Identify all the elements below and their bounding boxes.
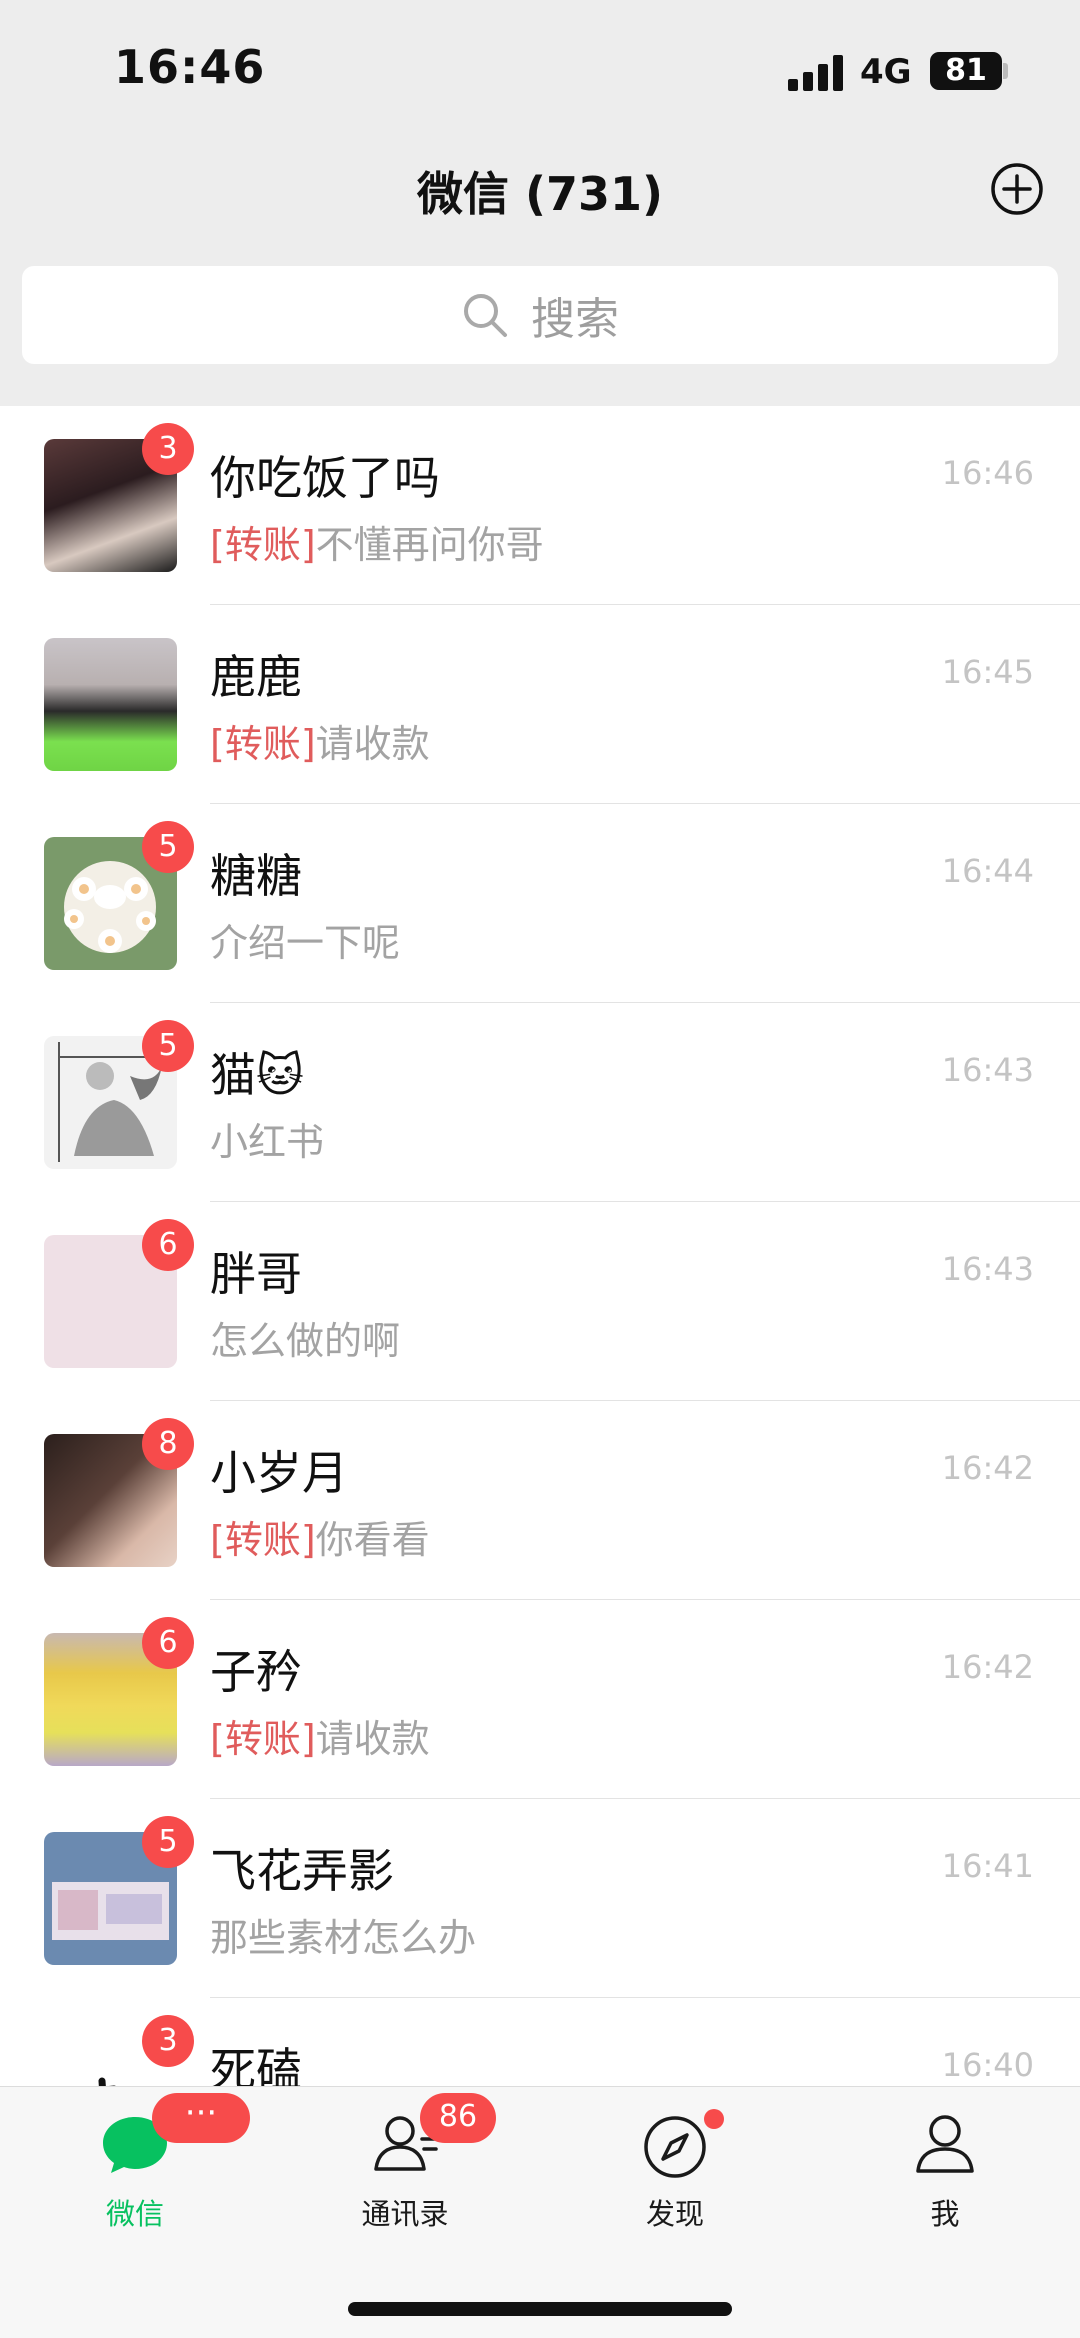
- chat-name: 小岁月: [210, 1446, 348, 1500]
- page-title: 微信 (731): [416, 167, 664, 221]
- chat-row[interactable]: 3 你吃饭了吗 [转账]不懂再问你哥 16:46: [0, 406, 1080, 605]
- search-icon: [464, 294, 507, 337]
- add-icon[interactable]: [990, 162, 1044, 216]
- chat-preview: [转账]请收款: [210, 1708, 430, 1763]
- tab-discover[interactable]: 发现: [540, 2087, 810, 2247]
- network-type: 4G: [860, 52, 912, 92]
- chat-time: 16:43: [941, 1051, 1034, 1089]
- preview-text: 请收款: [315, 1717, 430, 1761]
- home-indicator[interactable]: [348, 2302, 732, 2316]
- chat-row[interactable]: 6 胖哥 怎么做的啊 16:43: [0, 1202, 1080, 1401]
- battery-tip: [1003, 63, 1008, 79]
- avatar: [44, 638, 177, 771]
- chat-time: 16:42: [941, 1648, 1034, 1686]
- tab-bar: ··· 微信 86 通讯录 发现 我: [0, 2086, 1080, 2338]
- transfer-tag: [转账]: [210, 722, 316, 766]
- chat-row[interactable]: 5 飞花弄影 那些素材怎么办 16:41: [0, 1799, 1080, 1998]
- tab-contacts[interactable]: 86 通讯录: [270, 2087, 540, 2247]
- preview-text: 请收款: [315, 722, 430, 766]
- chat-row[interactable]: 8 小岁月 [转账]你看看 16:42: [0, 1401, 1080, 1600]
- chat-row[interactable]: 5 猫🐱 小红书 16:43: [0, 1003, 1080, 1202]
- chat-preview: 那些素材怎么办: [210, 1907, 476, 1962]
- chat-preview: [转账]不懂再问你哥: [210, 514, 544, 569]
- chat-row[interactable]: 3 死磕 16:40: [0, 1998, 1080, 2086]
- chat-name: 飞花弄影: [210, 1844, 394, 1898]
- signal-icon: [788, 55, 846, 91]
- chat-row[interactable]: 5 糖糖 介绍一下呢 16:44: [0, 804, 1080, 1003]
- chat-preview: 小红书: [210, 1111, 324, 1166]
- chat-time: 16:44: [941, 852, 1034, 890]
- chat-name: 子矜: [210, 1645, 302, 1699]
- chat-time: 16:46: [941, 454, 1034, 492]
- unread-badge: 5: [142, 1020, 194, 1072]
- preview-text: 介绍一下呢: [210, 921, 401, 965]
- chat-time: 16:42: [941, 1449, 1034, 1487]
- chat-time: 16:40: [941, 2046, 1034, 2084]
- unread-badge: ···: [152, 2093, 250, 2143]
- notification-dot: [704, 2109, 724, 2129]
- chat-row[interactable]: 6 子矜 [转账]请收款 16:42: [0, 1600, 1080, 1799]
- unread-badge: 8: [142, 1418, 194, 1470]
- transfer-tag: [转账]: [210, 1518, 316, 1562]
- chat-preview: 介绍一下呢: [210, 912, 400, 967]
- preview-text: 不懂再问你哥: [315, 523, 544, 567]
- tab-me[interactable]: 我: [810, 2087, 1080, 2247]
- tab-label: 我: [930, 2197, 960, 2231]
- chat-name: 胖哥: [210, 1247, 302, 1301]
- status-bar: 16:46 4G 81: [0, 0, 1080, 130]
- chat-name: 死磕: [210, 2043, 302, 2086]
- unread-badge: 6: [142, 1617, 194, 1669]
- chat-row[interactable]: 鹿鹿 [转账]请收款 16:45: [0, 605, 1080, 804]
- tab-label: 微信: [105, 2197, 164, 2231]
- preview-text: 那些素材怎么办: [210, 1916, 477, 1960]
- unread-badge: 3: [142, 423, 194, 475]
- search-placeholder: 搜索: [531, 294, 619, 345]
- chat-time: 16:41: [941, 1847, 1034, 1885]
- chat-name: 你吃饭了吗: [210, 451, 440, 505]
- unread-badge: 5: [142, 821, 194, 873]
- compass-icon: [644, 2116, 706, 2178]
- contacts-badge: 86: [420, 2093, 496, 2143]
- preview-text: 小红书: [210, 1120, 325, 1164]
- unread-badge: 3: [142, 2015, 194, 2067]
- search-input[interactable]: 搜索: [22, 266, 1058, 364]
- tab-chats[interactable]: ··· 微信: [0, 2087, 270, 2247]
- preview-text: 你看看: [315, 1518, 430, 1562]
- preview-text: 怎么做的啊: [210, 1319, 401, 1363]
- tab-label: 通讯录: [361, 2197, 449, 2231]
- chat-preview: [转账]请收款: [210, 713, 430, 768]
- chat-time: 16:45: [941, 653, 1034, 691]
- unread-badge: 6: [142, 1219, 194, 1271]
- chat-time: 16:43: [941, 1250, 1034, 1288]
- transfer-tag: [转账]: [210, 1717, 316, 1761]
- transfer-tag: [转账]: [210, 523, 316, 567]
- chat-list: 3 你吃饭了吗 [转账]不懂再问你哥 16:46 鹿鹿 [转账]请收款 16:4…: [0, 406, 1080, 2086]
- chat-name: 猫🐱: [210, 1048, 304, 1102]
- chat-name: 鹿鹿: [210, 650, 302, 704]
- person-icon: [916, 2115, 974, 2173]
- unread-badge: 5: [142, 1816, 194, 1868]
- tab-label: 发现: [645, 2197, 704, 2231]
- battery-icon: 81: [930, 52, 1002, 90]
- status-time: 16:46: [114, 40, 266, 94]
- chat-preview: [转账]你看看: [210, 1509, 430, 1564]
- chat-name: 糖糖: [210, 849, 302, 903]
- chat-preview: 怎么做的啊: [210, 1310, 400, 1365]
